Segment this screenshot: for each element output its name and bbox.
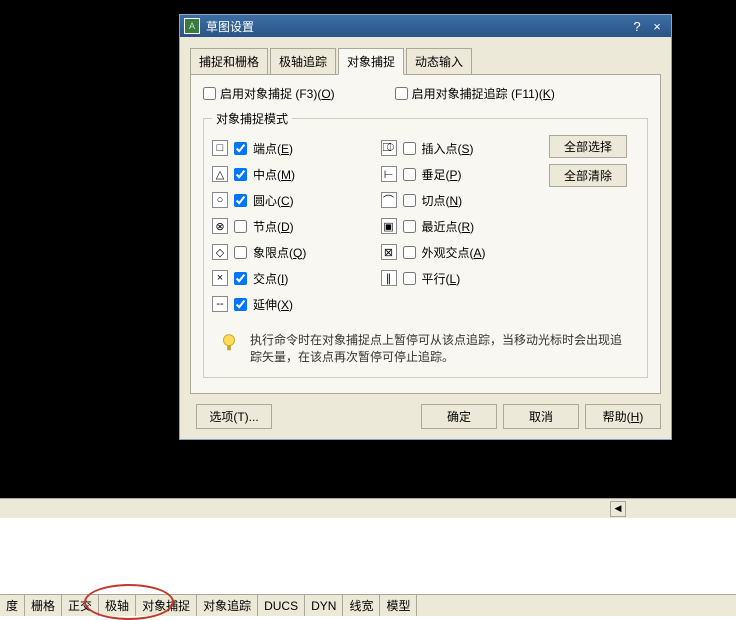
ok-button[interactable]: 确定 xyxy=(421,404,497,429)
status-栅格[interactable]: 栅格 xyxy=(25,595,62,616)
osnap-label: 最近点(R) xyxy=(422,218,475,235)
osnap-label: 外观交点(A) xyxy=(422,244,486,261)
osnap-checkbox[interactable] xyxy=(403,246,416,259)
cancel-button[interactable]: 取消 xyxy=(503,404,579,429)
osnap-checkbox[interactable] xyxy=(234,298,247,311)
osnap-symbol-icon: ▣ xyxy=(381,218,397,234)
osnap-label: 插入点(S) xyxy=(422,140,474,157)
osnap-right-3: ▣ 最近点(R) xyxy=(381,213,550,239)
osnap-symbol-icon: □ xyxy=(212,140,228,156)
status-度[interactable]: 度 xyxy=(0,595,25,616)
osnap-checkbox[interactable] xyxy=(234,220,247,233)
status-模型[interactable]: 模型 xyxy=(380,595,417,616)
help-button[interactable]: ? xyxy=(627,19,647,34)
app-icon: A xyxy=(184,18,200,34)
osnap-left-4: ◇ 象限点(Q) xyxy=(212,239,381,265)
titlebar: A 草图设置 ? × xyxy=(180,15,671,37)
drafting-settings-dialog: A 草图设置 ? × 捕捉和栅格 极轴追踪 对象捕捉 动态输入 启用对象捕捉 (… xyxy=(179,14,672,440)
osnap-left-5: × 交点(I) xyxy=(212,265,381,291)
enable-osnap[interactable]: 启用对象捕捉 (F3)(O) xyxy=(203,85,335,102)
osnap-checkbox[interactable] xyxy=(403,194,416,207)
osnap-left-1: △ 中点(M) xyxy=(212,161,381,187)
osnap-right-5: ∥ 平行(L) xyxy=(381,265,550,291)
osnap-left-6: -- 延伸(X) xyxy=(212,291,381,317)
status-对象捕捉[interactable]: 对象捕捉 xyxy=(136,595,197,616)
osnap-checkbox[interactable] xyxy=(234,142,247,155)
close-button[interactable]: × xyxy=(647,19,667,34)
status-DYN[interactable]: DYN xyxy=(305,595,343,616)
tip-row: 执行命令时在对象捕捉点上暂停可从该点追踪，当移动光标时会出现追踪矢量，在该点再次… xyxy=(212,331,639,365)
osnap-right-0: ⎄ 插入点(S) xyxy=(381,135,550,161)
osnap-symbol-icon: ⊗ xyxy=(212,218,228,234)
osnap-right-2: ⌒ 切点(N) xyxy=(381,187,550,213)
osnap-right-4: ⊠ 外观交点(A) xyxy=(381,239,550,265)
osnap-label: 交点(I) xyxy=(253,270,288,287)
status-线宽[interactable]: 线宽 xyxy=(343,595,380,616)
osnap-checkbox[interactable] xyxy=(403,272,416,285)
tab-panel: 启用对象捕捉 (F3)(O) 启用对象捕捉追踪 (F11)(K) 对象捕捉模式 … xyxy=(190,74,661,394)
osnap-symbol-icon: ⊠ xyxy=(381,244,397,260)
osnap-symbol-icon: ⊢ xyxy=(381,166,397,182)
tab-polar[interactable]: 极轴追踪 xyxy=(270,48,336,75)
osnap-left-0: □ 端点(E) xyxy=(212,135,381,161)
enable-otrack[interactable]: 启用对象捕捉追踪 (F11)(K) xyxy=(395,85,555,102)
osnap-checkbox[interactable] xyxy=(234,272,247,285)
osnap-right-1: ⊢ 垂足(P) xyxy=(381,161,550,187)
tab-dynamic[interactable]: 动态输入 xyxy=(406,48,472,75)
dialog-buttons: 选项(T)... 确定 取消 帮助(H) xyxy=(190,404,661,429)
group-legend: 对象捕捉模式 xyxy=(212,110,292,127)
osnap-symbol-icon: ⎄ xyxy=(381,140,397,156)
osnap-label: 切点(N) xyxy=(422,192,463,209)
tab-osnap[interactable]: 对象捕捉 xyxy=(338,48,404,75)
osnap-checkbox[interactable] xyxy=(403,220,416,233)
osnap-modes-group: 对象捕捉模式 □ 端点(E) △ 中点(M) ○ 圆心(C) ⊗ 节点(D) ◇ 象限点(Q) × 交… xyxy=(203,110,648,378)
osnap-label: 圆心(C) xyxy=(253,192,294,209)
osnap-label: 中点(M) xyxy=(253,166,295,183)
dialog-title: 草图设置 xyxy=(206,18,627,35)
osnap-symbol-icon: ○ xyxy=(212,192,228,208)
lightbulb-icon xyxy=(218,331,240,353)
osnap-checkbox[interactable] xyxy=(234,246,247,259)
hscroll-area: ◀ xyxy=(0,498,736,518)
clear-all-button[interactable]: 全部清除 xyxy=(549,164,627,187)
osnap-label: 象限点(Q) xyxy=(253,244,306,261)
osnap-symbol-icon: ◇ xyxy=(212,244,228,260)
status-DUCS[interactable]: DUCS xyxy=(258,595,305,616)
osnap-label: 延伸(X) xyxy=(253,296,293,313)
enable-otrack-checkbox[interactable] xyxy=(395,87,408,100)
osnap-checkbox[interactable] xyxy=(403,168,416,181)
osnap-label: 平行(L) xyxy=(422,270,461,287)
status-极轴[interactable]: 极轴 xyxy=(99,595,136,616)
tip-text: 执行命令时在对象捕捉点上暂停可从该点追踪，当移动光标时会出现追踪矢量，在该点再次… xyxy=(250,331,633,365)
osnap-symbol-icon: △ xyxy=(212,166,228,182)
options-button[interactable]: 选项(T)... xyxy=(196,404,272,429)
osnap-symbol-icon: -- xyxy=(212,296,228,312)
osnap-checkbox[interactable] xyxy=(403,142,416,155)
tab-strip: 捕捉和栅格 极轴追踪 对象捕捉 动态输入 xyxy=(190,47,661,74)
scroll-left-button[interactable]: ◀ xyxy=(610,501,626,517)
osnap-label: 端点(E) xyxy=(253,140,293,157)
status-正交[interactable]: 正交 xyxy=(62,595,99,616)
osnap-left-3: ⊗ 节点(D) xyxy=(212,213,381,239)
enable-osnap-checkbox[interactable] xyxy=(203,87,216,100)
osnap-label: 垂足(P) xyxy=(422,166,462,183)
osnap-symbol-icon: × xyxy=(212,270,228,286)
osnap-symbol-icon: ⌒ xyxy=(381,192,397,208)
osnap-label: 节点(D) xyxy=(253,218,294,235)
osnap-checkbox[interactable] xyxy=(234,168,247,181)
status-bar: 度栅格正交极轴对象捕捉对象追踪DUCSDYN线宽模型 xyxy=(0,594,736,616)
help-dlg-button[interactable]: 帮助(H) xyxy=(585,404,661,429)
status-对象追踪[interactable]: 对象追踪 xyxy=(197,595,258,616)
osnap-checkbox[interactable] xyxy=(234,194,247,207)
osnap-symbol-icon: ∥ xyxy=(381,270,397,286)
osnap-left-2: ○ 圆心(C) xyxy=(212,187,381,213)
select-all-button[interactable]: 全部选择 xyxy=(549,135,627,158)
tab-snap-grid[interactable]: 捕捉和栅格 xyxy=(190,48,268,75)
